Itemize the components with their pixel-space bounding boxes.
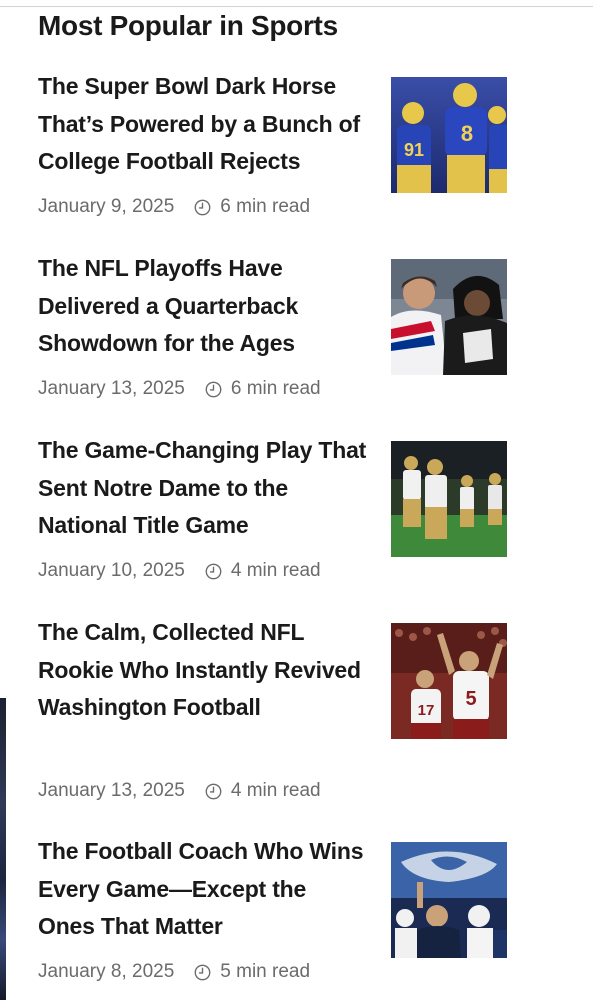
section-title: Most Popular in Sports — [38, 10, 338, 41]
clock-icon — [205, 563, 222, 579]
article-headline-link[interactable]: The Game-Changing Play That Sent Notre D… — [38, 432, 368, 545]
article-date: January 10, 2025 — [38, 560, 185, 581]
left-edge-image-fragment — [0, 698, 6, 1000]
article-headline-link[interactable]: The NFL Playoffs Have Delivered a Quarte… — [38, 250, 368, 363]
article-date: January 13, 2025 — [38, 780, 185, 801]
top-divider — [0, 6, 593, 7]
notre-dame-players-photo-icon — [391, 441, 507, 557]
svg-text:8: 8 — [461, 121, 473, 146]
rams-players-photo-icon: 91 8 — [391, 77, 507, 193]
article-date: January 8, 2025 — [38, 961, 175, 982]
quarterbacks-embrace-photo-icon — [391, 259, 507, 375]
article-headline-link[interactable]: The Super Bowl Dark Horse That’s Powered… — [38, 68, 368, 181]
article-read-time: 5 min read — [220, 961, 311, 982]
article-read-time: 6 min read — [230, 378, 321, 399]
article-read-time: 4 min read — [230, 560, 321, 581]
article-date: January 9, 2025 — [38, 196, 175, 217]
svg-text:5: 5 — [465, 688, 476, 710]
article-headline-link[interactable]: The Calm, Collected NFL Rookie Who Insta… — [38, 614, 368, 727]
svg-text:91: 91 — [404, 140, 424, 160]
article-thumbnail[interactable] — [391, 441, 507, 557]
article-thumbnail[interactable] — [391, 842, 507, 958]
article-meta: January 10, 2025 4 min read — [38, 560, 321, 582]
article-meta: January 9, 2025 6 min read — [38, 196, 310, 218]
washington-rookie-photo-icon: 17 5 — [391, 623, 507, 739]
most-popular-sports-module: Most Popular in Sports The Super Bowl Da… — [0, 0, 593, 1000]
clock-icon — [194, 964, 211, 980]
article-thumbnail[interactable]: 91 8 — [391, 77, 507, 193]
svg-text:17: 17 — [418, 702, 435, 719]
clock-icon — [205, 783, 222, 799]
penn-state-coach-photo-icon — [391, 842, 507, 958]
article-meta: January 13, 2025 6 min read — [38, 378, 321, 400]
article-read-time: 6 min read — [220, 196, 311, 217]
article-headline-link[interactable]: The Football Coach Who Wins Every Game—E… — [38, 833, 368, 946]
clock-icon — [194, 199, 211, 215]
article-thumbnail[interactable]: 17 5 — [391, 623, 507, 739]
article-thumbnail[interactable] — [391, 259, 507, 375]
article-meta: January 13, 2025 4 min read — [38, 780, 321, 802]
article-read-time: 4 min read — [230, 780, 321, 801]
article-meta: January 8, 2025 5 min read — [38, 961, 310, 983]
clock-icon — [205, 381, 222, 397]
article-date: January 13, 2025 — [38, 378, 185, 399]
